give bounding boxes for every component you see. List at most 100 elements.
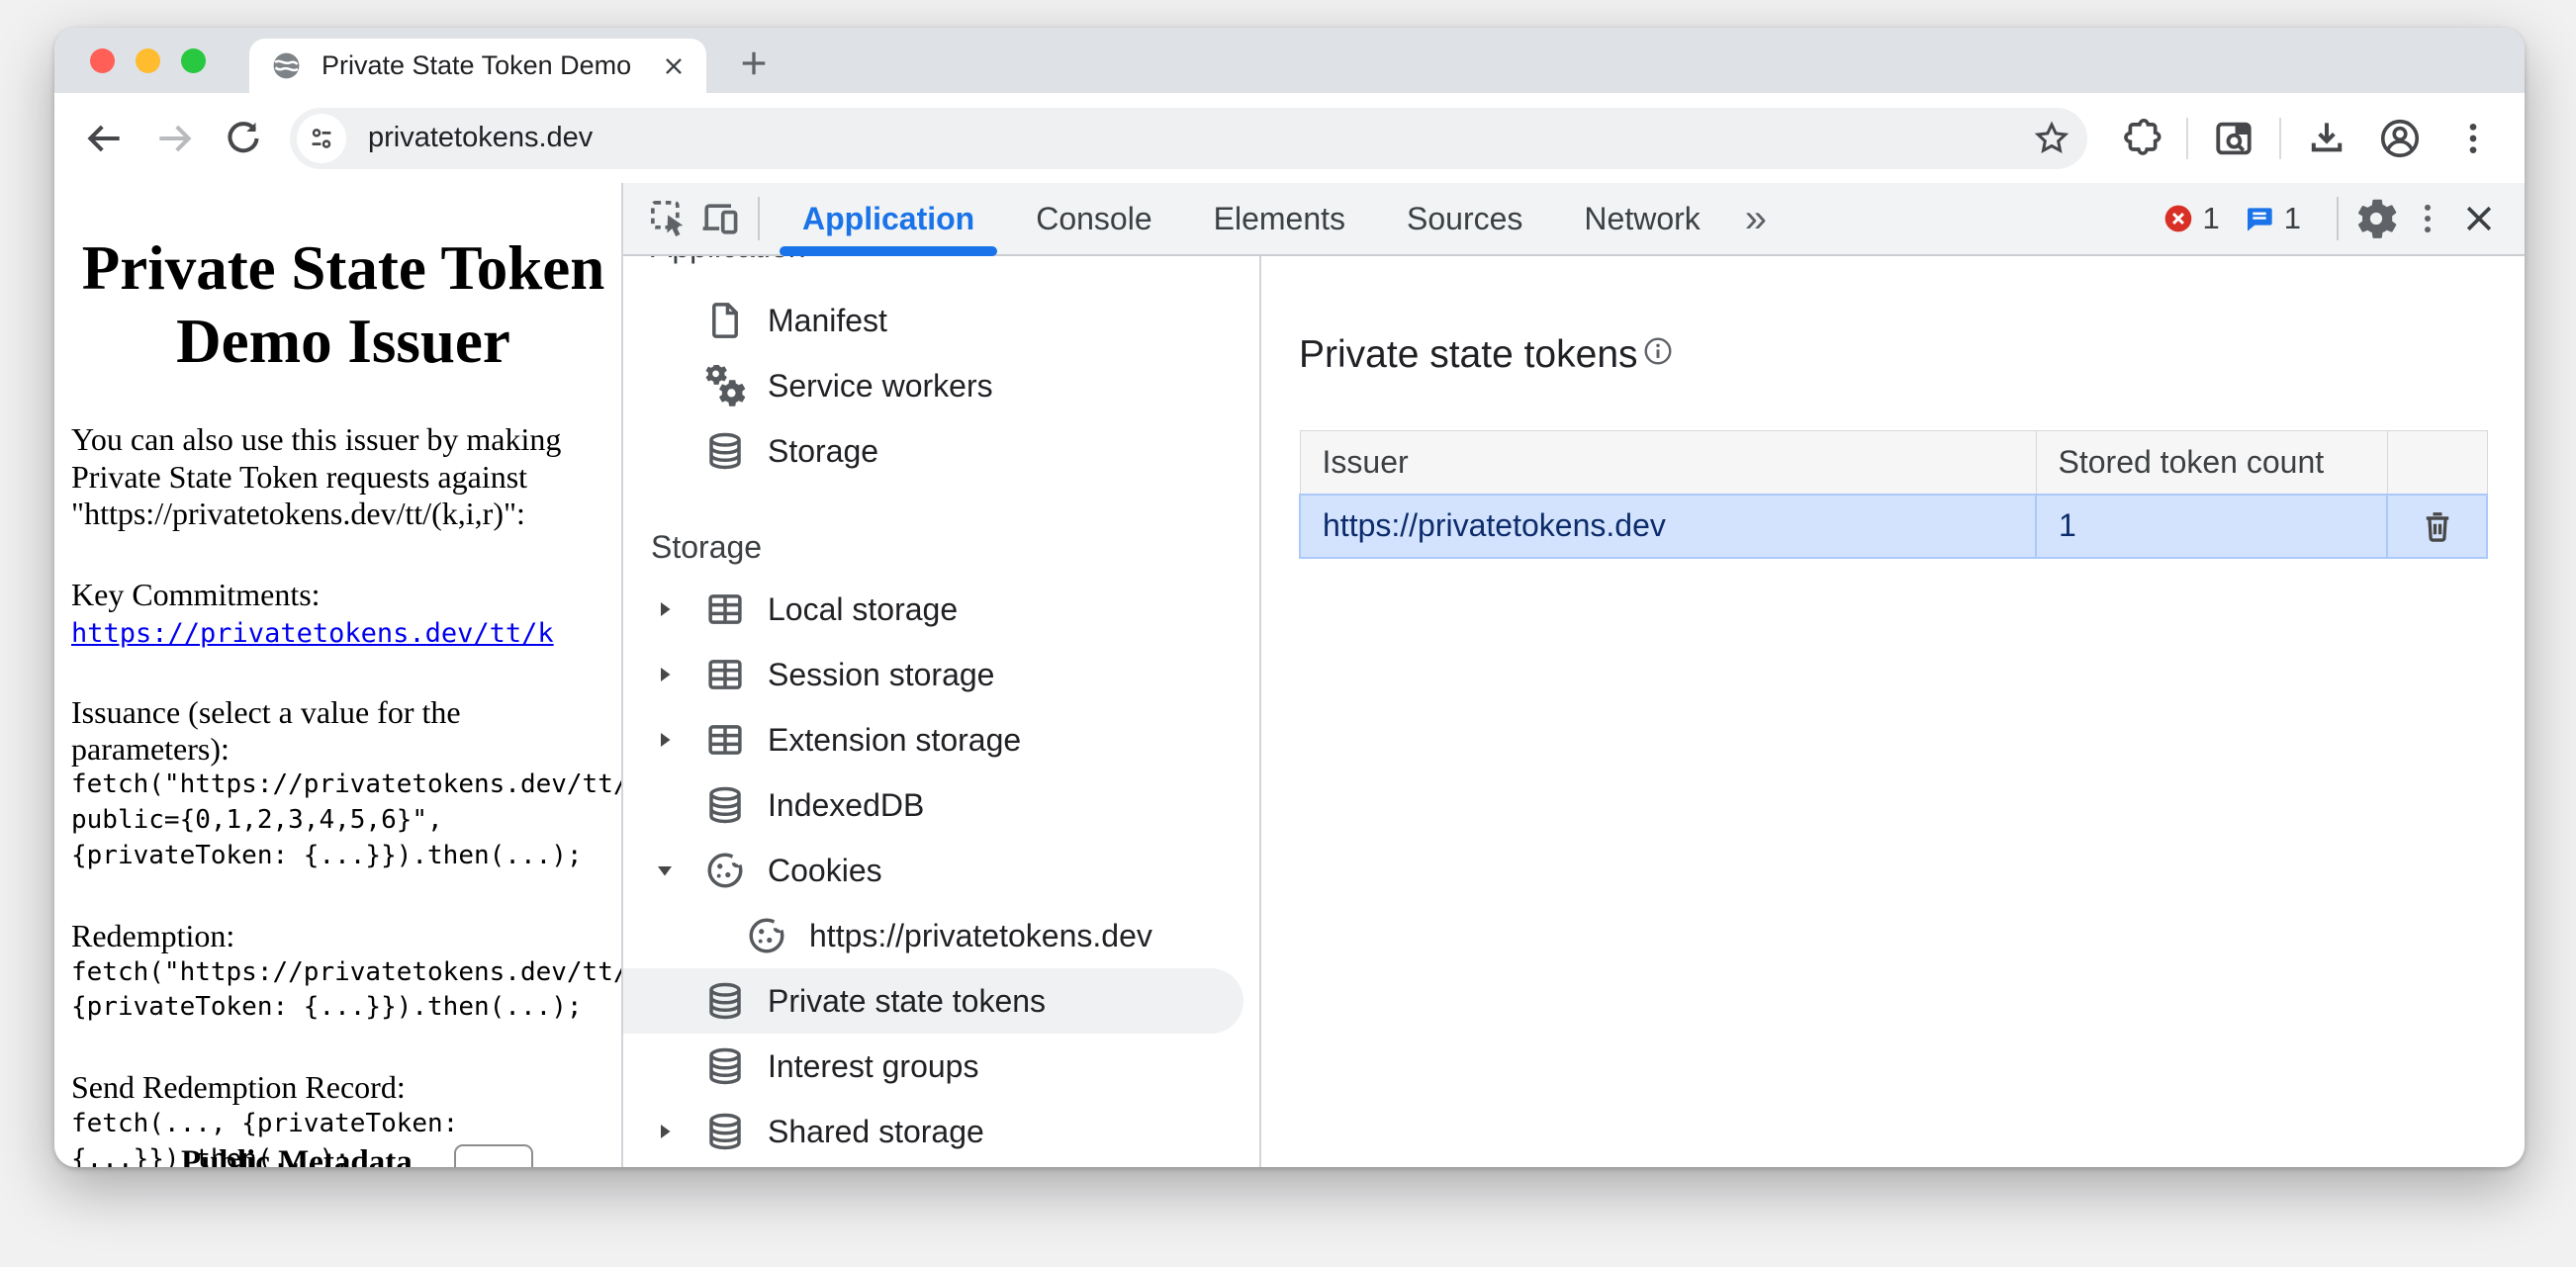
column-header-issuer[interactable]: Issuer	[1300, 431, 2036, 495]
reload-button[interactable]	[221, 116, 266, 161]
back-button[interactable]	[82, 116, 128, 161]
sidebar-item-interest-groups[interactable]: Interest groups	[623, 1034, 1259, 1099]
issues-badge[interactable]: 1	[2244, 201, 2301, 236]
error-icon	[2162, 203, 2194, 234]
globe-favicon-icon	[271, 50, 302, 81]
issuance-block: Issuance (select a value for the paramet…	[71, 694, 621, 875]
table-row[interactable]: https://privatetokens.dev 1	[1300, 495, 2487, 558]
tab-search-icon	[2211, 116, 2256, 161]
plus-icon	[736, 45, 772, 81]
profile-avatar-icon	[2377, 116, 2423, 161]
cookie-icon	[746, 915, 787, 956]
bookmark-star-icon[interactable]	[2032, 119, 2071, 158]
expand-arrow-icon[interactable]	[653, 663, 704, 686]
devtools-tab-application[interactable]: Application	[772, 183, 1005, 254]
expand-arrow-icon[interactable]	[653, 597, 704, 621]
devtools-tab-elements[interactable]: Elements	[1183, 183, 1376, 254]
profile-button[interactable]	[2376, 115, 2424, 162]
redemption-code: fetch("https://privatetokens.dev/tt/r {p…	[71, 955, 621, 1027]
devtools-tab-sources[interactable]: Sources	[1376, 183, 1553, 254]
devtools-settings-button[interactable]	[2350, 193, 2402, 244]
toolbar-actions	[2117, 115, 2497, 162]
trash-icon[interactable]	[2420, 509, 2455, 545]
stored-token-count-cell[interactable]: 1	[2036, 495, 2387, 558]
private-state-tokens-pane: Private state tokens Issuer Stored	[1261, 256, 2525, 1167]
traffic-lights	[90, 48, 206, 73]
minimize-window-button[interactable]	[136, 48, 160, 73]
fullscreen-window-button[interactable]	[181, 48, 206, 73]
sidebar-item-private-state-tokens[interactable]: Private state tokens	[623, 968, 1243, 1034]
sidebar-item-shared-storage[interactable]: Shared storage	[623, 1099, 1259, 1164]
issuer-cell[interactable]: https://privatetokens.dev	[1300, 495, 2036, 558]
browser-tab[interactable]: Private State Token Demo	[249, 39, 706, 93]
tab-title: Private State Token Demo	[322, 50, 661, 81]
kebab-menu-icon	[2453, 119, 2493, 158]
issues-message-icon	[2244, 203, 2275, 234]
key-commitments-link[interactable]: https://privatetokens.dev/tt/k	[71, 618, 554, 649]
expand-arrow-icon[interactable]	[653, 1120, 704, 1143]
sidebar-item-extension-storage[interactable]: Extension storage	[623, 707, 1259, 772]
database-icon	[704, 1045, 746, 1087]
toolbar-divider	[2186, 118, 2188, 159]
sidebar-item-manifest[interactable]: Manifest	[623, 288, 1259, 353]
sidebar-item-cookies[interactable]: Cookies	[623, 838, 1259, 903]
devtools-close-button[interactable]	[2453, 193, 2505, 244]
browser-menu-button[interactable]	[2449, 115, 2497, 162]
close-window-button[interactable]	[90, 48, 115, 73]
extensions-button[interactable]	[2117, 115, 2164, 162]
url-text[interactable]: privatetokens.dev	[368, 122, 2032, 154]
database-icon	[704, 980, 746, 1022]
back-arrow-icon	[83, 117, 127, 160]
public-metadata-row: Public Metadata	[181, 1144, 533, 1167]
devtools-menu-button[interactable]	[2402, 193, 2453, 244]
window-content: Private State TokenDemo Issuer You can a…	[54, 183, 2525, 1167]
tab-search-button[interactable]	[2210, 115, 2257, 162]
toolbar-divider	[2279, 118, 2281, 159]
service-workers-icon	[704, 365, 746, 407]
manifest-file-icon	[704, 300, 746, 341]
site-settings-button[interactable]	[297, 114, 346, 163]
info-icon[interactable]	[1642, 335, 1674, 367]
sidebar-item-session-storage[interactable]: Session storage	[623, 642, 1259, 707]
table-icon	[704, 719, 746, 761]
new-tab-button[interactable]	[732, 42, 776, 85]
tune-icon	[307, 124, 336, 153]
sidebar-item-storage[interactable]: Storage	[623, 418, 1259, 484]
public-metadata-label: Public Metadata	[181, 1144, 413, 1167]
table-header-row: Issuer Stored token count	[1300, 431, 2487, 495]
device-toolbar-button[interactable]	[694, 193, 746, 244]
sidebar-item-service-workers[interactable]: Service workers	[623, 353, 1259, 418]
address-bar[interactable]: privatetokens.dev	[290, 108, 2087, 169]
sidebar-item-cookies-origin[interactable]: https://privatetokens.dev	[623, 903, 1259, 968]
tab-strip: Private State Token Demo	[54, 28, 2525, 93]
gear-icon	[2355, 198, 2397, 239]
tokens-table: Issuer Stored token count https://privat…	[1299, 430, 2488, 559]
delete-cell[interactable]	[2387, 495, 2487, 558]
forward-button[interactable]	[151, 116, 197, 161]
inspect-cursor-icon	[647, 197, 690, 240]
device-toolbar-icon	[698, 197, 742, 240]
expand-arrow-icon[interactable]	[653, 728, 704, 752]
application-sidebar: Application Manifest	[623, 256, 1261, 1167]
more-tabs-button[interactable]: »	[1731, 197, 1781, 241]
page-intro: You can also use this issuer by making P…	[71, 421, 621, 532]
downloads-button[interactable]	[2303, 115, 2350, 162]
key-commitments-block: Key Commitments: https://privatetokens.d…	[71, 577, 621, 651]
public-metadata-select[interactable]	[454, 1144, 533, 1167]
console-errors-badge[interactable]: 1	[2162, 201, 2220, 236]
sidebar-item-local-storage[interactable]: Local storage	[623, 577, 1259, 642]
inspect-element-button[interactable]	[643, 193, 694, 244]
devtools-divider	[2337, 197, 2339, 240]
database-icon	[704, 784, 746, 826]
devtools-tab-network[interactable]: Network	[1553, 183, 1730, 254]
page-title: Private State TokenDemo Issuer	[71, 232, 615, 378]
collapse-arrow-icon[interactable]	[653, 859, 704, 882]
redemption-block: Redemption: fetch("https://privatetokens…	[71, 918, 621, 1026]
table-icon	[704, 654, 746, 695]
issuance-label: Issuance (select a value for the paramet…	[71, 694, 461, 767]
column-header-stored-token-count[interactable]: Stored token count	[2036, 431, 2387, 495]
devtools-tab-console[interactable]: Console	[1005, 183, 1182, 254]
sidebar-section-storage: Storage	[623, 517, 1259, 577]
tab-close-icon[interactable]	[661, 53, 687, 79]
sidebar-item-indexeddb[interactable]: IndexedDB	[623, 772, 1259, 838]
